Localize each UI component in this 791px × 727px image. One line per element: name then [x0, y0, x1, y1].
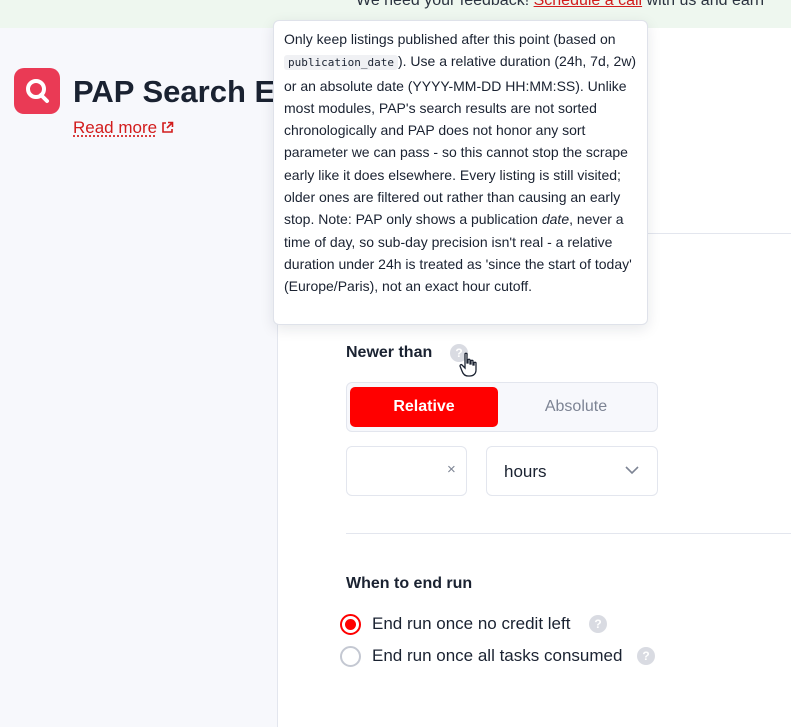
date-mode-toggle: Relative Absolute	[346, 382, 658, 432]
tooltip-emphasis: date	[541, 211, 570, 228]
page-title: PAP Search Ex	[73, 74, 293, 109]
help-tooltip: Only keep listings published after this …	[273, 20, 648, 325]
chevron-down-icon	[625, 466, 639, 475]
clear-icon[interactable]: ×	[447, 461, 456, 478]
radio-label-tasks-consumed: End run once all tasks consumed	[372, 646, 623, 665]
duration-unit-value: hours	[504, 462, 547, 481]
relative-mode-button[interactable]: Relative	[350, 387, 498, 427]
read-more-link[interactable]: Read more	[73, 118, 174, 138]
read-more-label: Read more	[73, 118, 158, 137]
section-divider	[346, 533, 791, 534]
tooltip-code: publication_date	[284, 55, 398, 71]
tooltip-text: Only keep listings published after this …	[284, 31, 616, 47]
external-link-icon	[162, 121, 174, 133]
duration-unit-select[interactable]: hours	[486, 446, 658, 496]
banner-text: We need your feedback!	[356, 0, 534, 9]
schedule-call-link[interactable]: Schedule a call	[534, 0, 643, 9]
tooltip-text: ). Use a relative duration (24h, 7d, 2w)…	[284, 53, 637, 228]
search-icon	[26, 79, 49, 103]
end-run-label: When to end run	[346, 575, 473, 592]
help-icon[interactable]: ?	[589, 615, 607, 633]
radio-option-tasks-consumed[interactable]: End run once all tasks consumed	[340, 646, 640, 668]
help-icon[interactable]: ?	[637, 647, 655, 665]
app-logo	[14, 68, 60, 114]
radio-label-no-credit: End run once no credit left	[372, 614, 571, 633]
radio-tasks-consumed[interactable]	[340, 646, 361, 667]
banner-suffix: with us and earn	[642, 0, 764, 9]
radio-no-credit[interactable]	[340, 614, 361, 635]
hand-cursor-icon	[459, 352, 477, 377]
absolute-mode-button[interactable]: Absolute	[502, 387, 650, 427]
newer-than-label: Newer than	[346, 344, 433, 361]
